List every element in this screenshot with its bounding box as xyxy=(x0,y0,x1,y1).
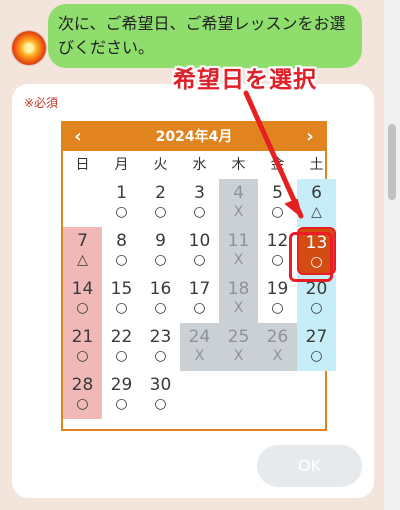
selected-date-highlight xyxy=(289,232,333,282)
calendar-day-20[interactable]: 20 ○ xyxy=(297,275,336,323)
calendar-day-24: 24 X xyxy=(180,323,219,371)
calendar-header: ‹ 2024年4月 › xyxy=(63,123,325,151)
calendar-day-1[interactable]: 1 ○ xyxy=(102,179,141,227)
weekday-fri: 金 xyxy=(270,157,285,173)
ok-button[interactable]: OK xyxy=(257,445,362,487)
weekday-tue: 火 xyxy=(153,157,168,173)
date-picker-card: ※必須 ‹ 2024年4月 › 日 月 火 水 木 金 土 1 ○ 2 ○ 3 ○ 4… xyxy=(12,84,374,498)
month-title: 2024年4月 xyxy=(155,129,233,145)
calendar-day-15[interactable]: 15 ○ xyxy=(102,275,141,323)
calendar-day-17[interactable]: 17 ○ xyxy=(180,275,219,323)
calendar-day-2[interactable]: 2 ○ xyxy=(141,179,180,227)
annotation-label: 希望日を選択 xyxy=(173,67,317,93)
calendar-day-29[interactable]: 29 ○ xyxy=(102,371,141,419)
weekday-thu: 木 xyxy=(231,157,246,173)
next-month-button[interactable]: › xyxy=(295,123,325,151)
message-text: 次に、ご希望日、ご希望レッスンをお選びください。 xyxy=(58,14,346,57)
calendar-day-30[interactable]: 30 ○ xyxy=(141,371,180,419)
weekday-wed: 水 xyxy=(192,157,207,173)
calendar-day-6[interactable]: 6 △ xyxy=(297,179,336,227)
weekday-sat: 土 xyxy=(309,157,324,173)
scrollbar-thumb[interactable] xyxy=(388,124,396,200)
calendar-day-18: 18 X xyxy=(219,275,258,323)
calendar-day-26: 26 X xyxy=(258,323,297,371)
calendar-day-25: 25 X xyxy=(219,323,258,371)
weekday-sun: 日 xyxy=(75,157,90,173)
calendar-day-16[interactable]: 16 ○ xyxy=(141,275,180,323)
calendar-day-28[interactable]: 28 ○ xyxy=(63,371,102,419)
calendar-day-4: 4X xyxy=(219,179,258,227)
calendar-day-11: 11 X xyxy=(219,227,258,275)
weekday-mon: 月 xyxy=(114,157,129,173)
bot-avatar xyxy=(12,31,46,65)
scrollbar[interactable] xyxy=(384,0,400,510)
calendar-day-8[interactable]: 8 ○ xyxy=(102,227,141,275)
required-label: ※必須 xyxy=(24,96,59,110)
calendar: ‹ 2024年4月 › 日 月 火 水 木 金 土 1 ○ 2 ○ 3 ○ 4X 5 ○… xyxy=(61,121,336,431)
calendar-day-22[interactable]: 22 ○ xyxy=(102,323,141,371)
calendar-day-23[interactable]: 23 ○ xyxy=(141,323,180,371)
calendar-day-5[interactable]: 5 ○ xyxy=(258,179,297,227)
calendar-day-19[interactable]: 19 ○ xyxy=(258,275,297,323)
calendar-day-9[interactable]: 9 ○ xyxy=(141,227,180,275)
calendar-day-7[interactable]: 7 △ xyxy=(63,227,102,275)
message-bubble: 次に、ご希望日、ご希望レッスンをお選びください。 xyxy=(48,4,362,68)
calendar-day-21[interactable]: 21 ○ xyxy=(63,323,102,371)
calendar-day-3[interactable]: 3 ○ xyxy=(180,179,219,227)
calendar-day-27[interactable]: 27 ○ xyxy=(297,323,336,371)
calendar-day-10[interactable]: 10 ○ xyxy=(180,227,219,275)
calendar-day-14[interactable]: 14 ○ xyxy=(63,275,102,323)
